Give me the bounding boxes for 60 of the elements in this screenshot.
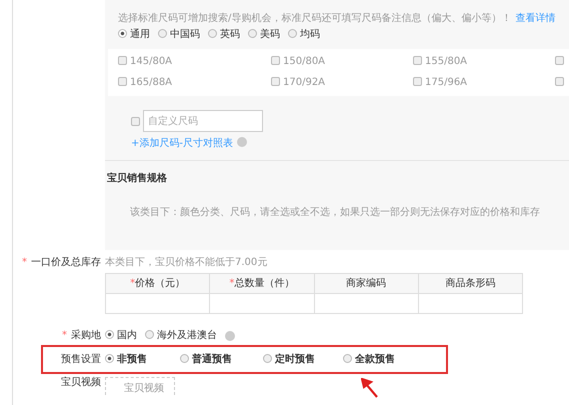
checkbox[interactable]	[413, 77, 422, 86]
radio-button[interactable]	[158, 29, 167, 38]
header-label: 价格（元）	[135, 278, 186, 288]
option-label: 普通预售	[192, 354, 232, 364]
option-label: 定时预售	[275, 354, 315, 364]
radio-button[interactable]	[263, 354, 272, 362]
radio-button[interactable]	[145, 330, 154, 339]
checkbox[interactable]	[271, 56, 280, 65]
radio-button[interactable]	[288, 29, 297, 38]
header-label: 商品条形码	[445, 278, 496, 288]
help-icon[interactable]	[225, 331, 235, 341]
radio-button[interactable]	[105, 330, 114, 339]
header-label: 商家编码	[346, 278, 386, 288]
required-mark: *	[229, 278, 234, 288]
section-title: 宝贝销售规格	[106, 171, 168, 185]
hint-text: 选择标准尺码可增加搜索/导购机会，标准尺码还可填写尺码备注信息（偏大、偏小等）！	[118, 13, 512, 24]
help-icon[interactable]	[237, 137, 247, 147]
radio-button[interactable]	[208, 29, 217, 38]
details-link[interactable]: 查看详情	[515, 13, 556, 24]
radio-button[interactable]	[180, 354, 189, 362]
size-label: 170/92A	[283, 77, 326, 88]
option-label: 海外及港澳台	[157, 330, 217, 341]
radio-button[interactable]	[105, 354, 114, 362]
arrow-icon	[361, 378, 379, 398]
option-label: 中国码	[170, 29, 200, 40]
required-mark: *	[62, 330, 67, 341]
video-upload-box[interactable]: 宝贝视频	[105, 377, 175, 395]
checkbox[interactable]	[555, 77, 564, 86]
size-label: 155/80A	[425, 56, 468, 67]
option-label: 美码	[260, 29, 280, 40]
radio-button[interactable]	[118, 29, 127, 38]
size-label: 165/88A	[130, 77, 172, 88]
checkbox[interactable]	[131, 116, 140, 126]
checkbox[interactable]	[118, 56, 127, 65]
custom-size-field[interactable]: 自定义尺码	[143, 110, 263, 132]
field-label: 一口价及总库存	[31, 257, 101, 268]
option-label: 英码	[220, 29, 240, 40]
size-label: 175/96A	[425, 77, 468, 88]
option-label: 均码	[300, 29, 320, 40]
radio-button[interactable]	[343, 354, 352, 362]
option-label: 非预售	[117, 354, 147, 364]
checkbox[interactable]	[271, 77, 280, 86]
required-mark: *	[130, 278, 136, 288]
checkbox[interactable]	[555, 56, 564, 65]
header-label: 总数量（件）	[234, 278, 294, 288]
option-label: 国内	[117, 330, 137, 341]
required-mark: *	[22, 257, 27, 268]
option-label: 通用	[130, 29, 150, 40]
field-label: 宝贝视频	[61, 377, 101, 388]
field-label: 采购地	[71, 330, 101, 341]
checkbox[interactable]	[413, 56, 422, 65]
checkbox[interactable]	[118, 77, 127, 86]
field-label: 预售设置	[61, 354, 101, 364]
size-label: 145/80A	[130, 56, 172, 67]
add-size-link[interactable]: +添加尺码-尺寸对照表	[131, 138, 233, 149]
size-label: 150/80A	[283, 56, 326, 67]
hint-text: 本类目下，宝贝价格不能低于7.00元	[105, 257, 268, 269]
hint-text: 该类目下：颜色分类、尺码，请全选或全不选，如果只选一部分则无法保存对应的价格和库存	[129, 206, 541, 219]
option-label: 全款预售	[355, 354, 395, 364]
radio-button[interactable]	[248, 29, 257, 38]
